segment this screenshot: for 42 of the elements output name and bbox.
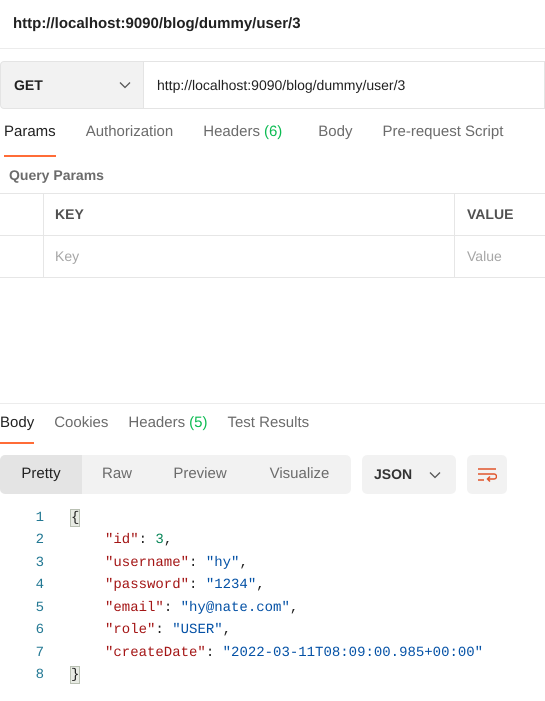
tab[interactable]: Body (0, 404, 34, 444)
tab[interactable]: Cookies (54, 404, 108, 444)
view-mode-tab[interactable]: Preview (152, 455, 248, 494)
column-header: KEY (55, 205, 84, 224)
line-number: 3 (34, 554, 44, 573)
view-mode-tab[interactable]: Visualize (248, 455, 351, 494)
url-field[interactable]: http://localhost:9090/blog/dummy/user/3 (144, 61, 545, 109)
section-heading: Query Params (9, 166, 104, 185)
code-line: "username": "hy", (105, 554, 248, 573)
code-line: "role": "USER", (105, 621, 232, 640)
line-number: 5 (34, 598, 44, 618)
code-line: "password": "1234", (105, 576, 265, 596)
method-dropdown[interactable]: GET (0, 61, 144, 109)
line-number: 2 (34, 531, 44, 550)
code-line: "email": "hy@nate.com", (105, 598, 298, 618)
format-dropdown[interactable]: JSON (362, 455, 456, 494)
value-field[interactable]: Value (467, 246, 541, 267)
wrap-lines-icon (477, 466, 497, 482)
wrap-lines-button[interactable] (467, 455, 507, 494)
method-label: GET (14, 76, 43, 94)
column-header: VALUE (467, 205, 514, 224)
key-field[interactable]: Key (55, 246, 454, 267)
chevron-down-icon (119, 81, 131, 89)
line-number: 4 (34, 576, 44, 596)
format-label: JSON (374, 465, 412, 484)
view-mode-tab[interactable]: Pretty (0, 455, 82, 494)
view-mode-tab[interactable]: Raw (82, 455, 152, 494)
tab[interactable]: Test Results (227, 404, 310, 444)
chevron-down-icon (429, 470, 442, 478)
line-number: 7 (34, 644, 44, 663)
line-number: 8 (34, 666, 44, 686)
code-line: "id": 3, (105, 531, 172, 550)
request-title: http://localhost:9090/blog/dummy/user/3 (13, 14, 301, 34)
line-number: 1 (34, 508, 44, 528)
tab[interactable]: Authorization (86, 109, 174, 157)
tab[interactable]: Headers (6) (203, 109, 282, 157)
tab[interactable]: Headers (5) (128, 404, 208, 444)
line-number: 6 (34, 621, 44, 640)
tab[interactable]: Params (4, 109, 56, 157)
code-line: "createDate": "2022-03-11T08:09:00.985+00:00" (105, 644, 484, 663)
tab[interactable]: Body (318, 109, 352, 157)
tab[interactable]: Pre-request Script (382, 109, 504, 157)
